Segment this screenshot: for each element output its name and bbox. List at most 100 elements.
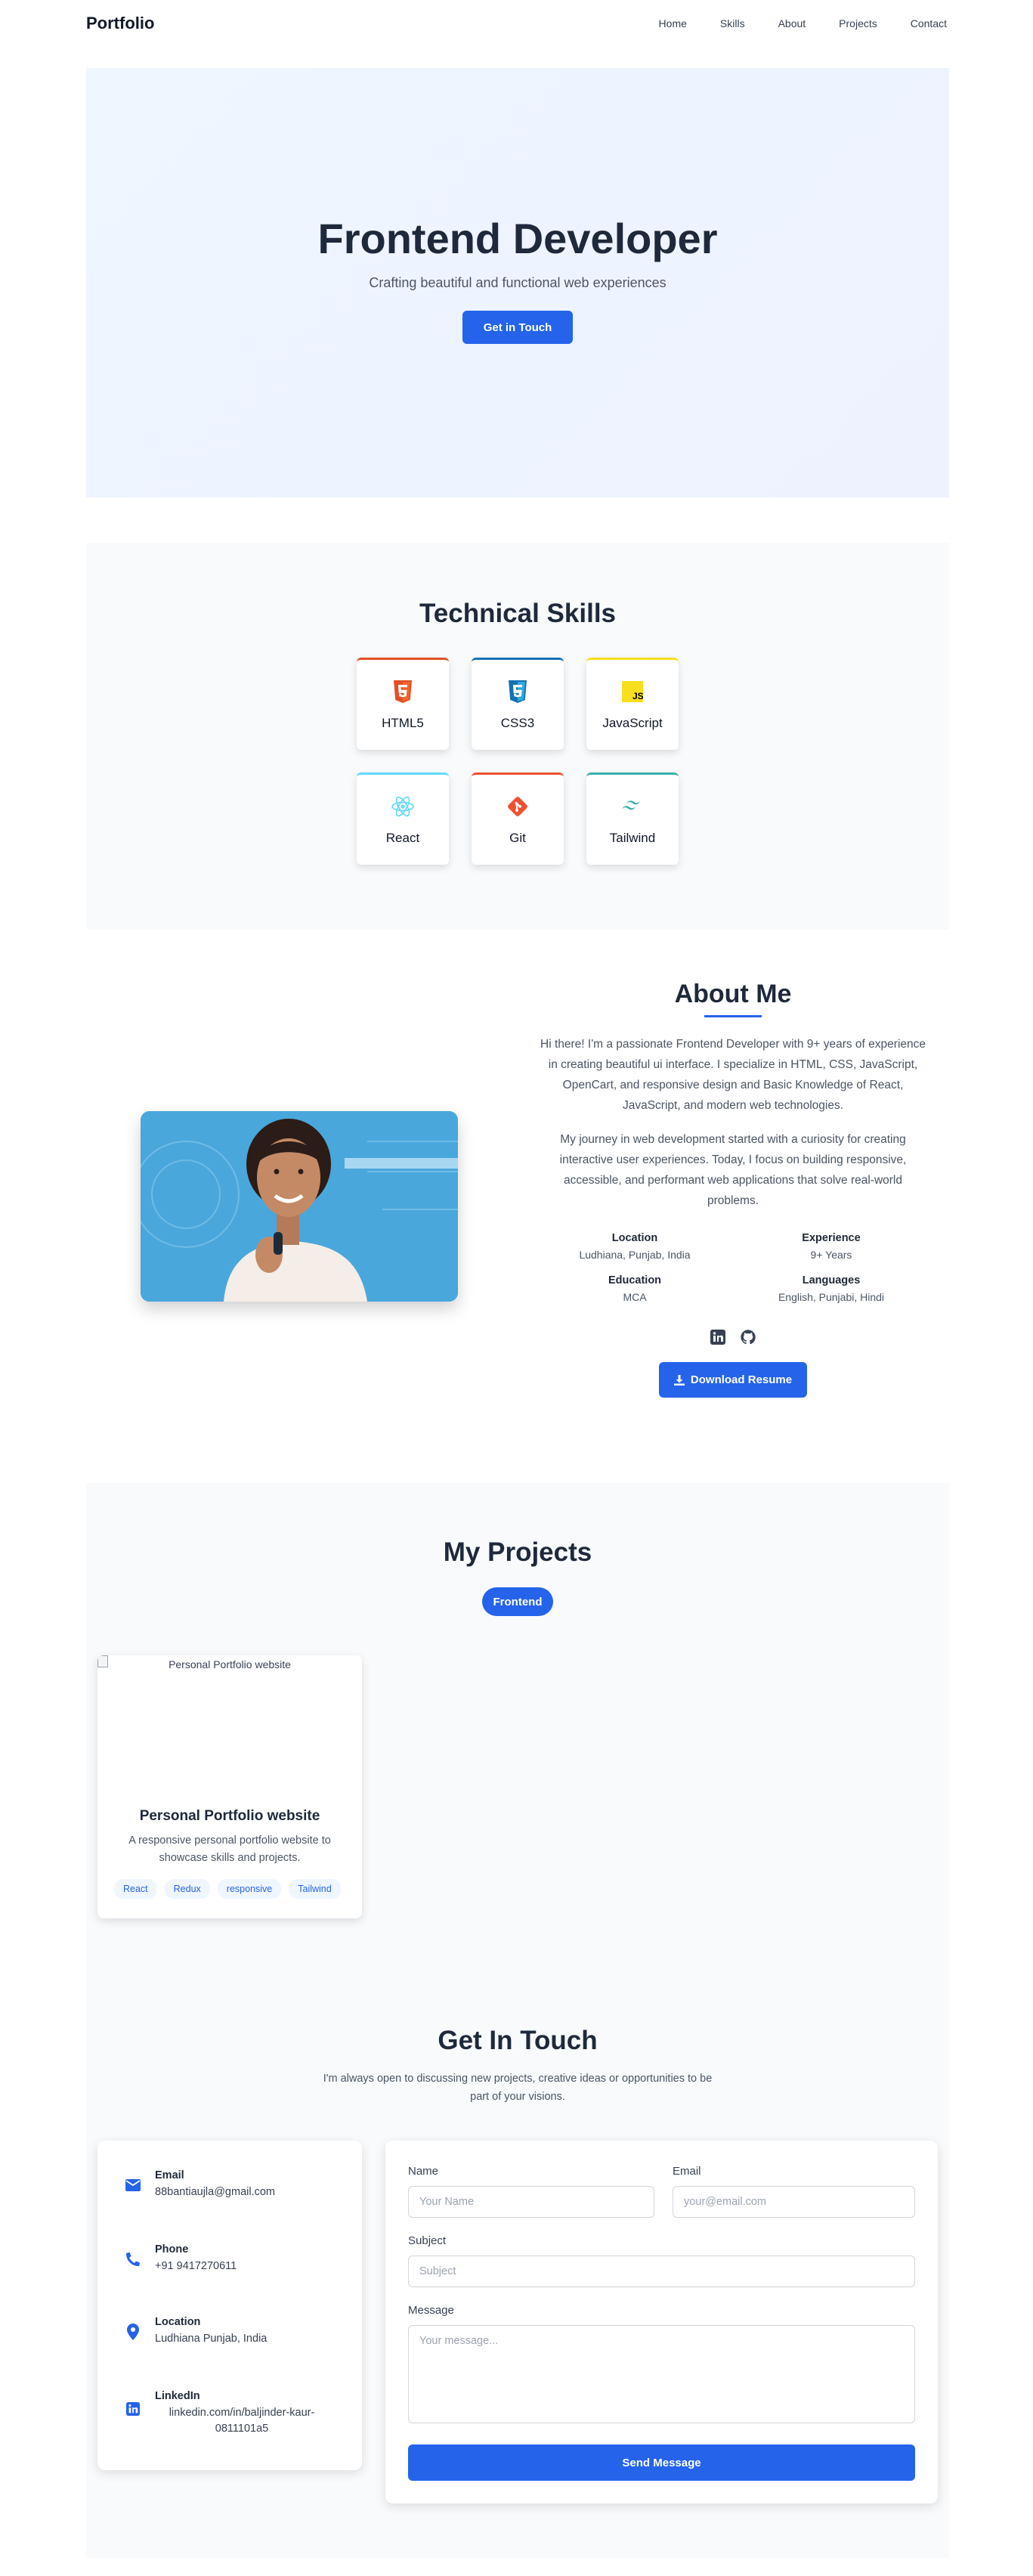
- contact-email-value[interactable]: 88bantiaujla@gmail.com: [155, 2184, 275, 2200]
- envelope-icon: [125, 2177, 141, 2194]
- skill-name: React: [385, 830, 420, 845]
- git-icon: [506, 794, 530, 819]
- download-icon: [673, 1374, 685, 1386]
- contact-email-label: Email: [155, 2169, 184, 2181]
- contact-phone-value[interactable]: +91 9417270611: [155, 2259, 237, 2274]
- info-label: Languages: [802, 1274, 861, 1286]
- social-links: [537, 1329, 929, 1345]
- contact-info-card: Email 88bantiaujla@gmail.com Phone +91 9…: [97, 2141, 362, 2470]
- about-paragraph-2: My journey in web development started wi…: [559, 1133, 907, 1207]
- projects-section: My Projects Frontend Personal Portfolio …: [86, 1483, 949, 2558]
- project-tag: React: [114, 1879, 157, 1899]
- download-resume-button[interactable]: Download Resume: [659, 1362, 807, 1398]
- about-title-underline: [704, 1015, 762, 1017]
- skills-title: Technical Skills: [419, 599, 617, 628]
- subject-input[interactable]: [408, 2256, 915, 2287]
- nav-link-projects[interactable]: Projects: [839, 17, 877, 29]
- info-label: Location: [611, 1232, 658, 1244]
- contact-phone-label: Phone: [155, 2243, 189, 2256]
- css3-icon: [506, 680, 530, 704]
- hero-title: Frontend Developer: [317, 215, 718, 262]
- skills-section: Technical Skills HTML5 CSS3 JS JavaScrip…: [86, 543, 949, 930]
- linkedin-icon: [125, 2401, 141, 2417]
- hero-section: Frontend Developer Crafting beautiful an…: [86, 68, 949, 497]
- skill-card-javascript: JS JavaScript: [586, 658, 679, 750]
- info-value: MCA: [623, 1291, 647, 1303]
- subject-label: Subject: [408, 2234, 447, 2247]
- skill-card-git: Git: [472, 772, 564, 865]
- message-label: Message: [408, 2304, 454, 2317]
- navbar: Portfolio Home Skills About Projects Con…: [0, 0, 1033, 47]
- info-label: Experience: [802, 1232, 861, 1244]
- contact-linkedin-value[interactable]: linkedin.com/in/baljinder-kaur-0811101a5: [155, 2405, 329, 2437]
- react-icon: [391, 794, 415, 819]
- contact-phone-item: Phone +91 9417270611: [125, 2243, 237, 2274]
- info-label: Education: [608, 1274, 662, 1286]
- get-in-touch-button[interactable]: Get in Touch: [462, 311, 573, 344]
- skill-name: HTML5: [382, 715, 424, 730]
- project-description: A responsive personal portfolio website …: [128, 1834, 331, 1864]
- project-tag: Tailwind: [289, 1879, 341, 1899]
- filter-frontend-button[interactable]: Frontend: [482, 1587, 553, 1616]
- brand-logo[interactable]: Portfolio: [86, 14, 154, 33]
- contact-email-item: Email 88bantiaujla@gmail.com: [125, 2169, 275, 2200]
- about-paragraph-1: Hi there! I'm a passionate Frontend Deve…: [540, 1038, 926, 1112]
- skill-name: Tailwind: [609, 830, 656, 845]
- contact-location-label: Location: [155, 2316, 201, 2328]
- map-pin-icon: [125, 2324, 141, 2340]
- contact-location-item: Location Ludhiana Punjab, India: [125, 2316, 267, 2347]
- message-textarea[interactable]: [408, 2325, 915, 2423]
- nav-link-contact[interactable]: Contact: [911, 17, 947, 29]
- hero-subtitle: Crafting beautiful and functional web ex…: [369, 275, 667, 290]
- nav-links: Home Skills About Projects Contact: [659, 17, 947, 29]
- github-icon[interactable]: [740, 1329, 756, 1345]
- contact-location-value: Ludhiana Punjab, India: [155, 2333, 268, 2345]
- skill-name: JavaScript: [602, 715, 663, 730]
- projects-title: My Projects: [443, 1537, 592, 1567]
- project-image-alt: Personal Portfolio website: [169, 1658, 291, 1670]
- project-title: Personal Portfolio website: [139, 1808, 320, 1824]
- skills-grid: HTML5 CSS3 JS JavaScript React Git Tailw…: [86, 658, 949, 865]
- info-location: Location Ludhiana, Punjab, India: [537, 1232, 733, 1261]
- send-message-button[interactable]: Send Message: [408, 2444, 915, 2481]
- email-input[interactable]: [673, 2186, 915, 2218]
- about-title: About Me: [674, 980, 792, 1008]
- profile-photo: [141, 1111, 458, 1302]
- info-value: 9+ Years: [810, 1249, 852, 1261]
- skill-card-react: React: [357, 772, 449, 865]
- download-resume-label: Download Resume: [690, 1373, 793, 1386]
- project-tags: React Redux responsive Tailwind: [97, 1879, 362, 1899]
- project-tag: responsive: [217, 1879, 282, 1899]
- project-tag: Redux: [164, 1879, 210, 1899]
- about-info-grid: Location Ludhiana, Punjab, India Experie…: [537, 1232, 929, 1303]
- contact-form: Name Email Subject Message Send Message: [385, 2141, 938, 2503]
- contact-title: Get In Touch: [438, 2026, 598, 2055]
- skill-card-html5: HTML5: [357, 658, 449, 750]
- contact-subtitle: I'm always open to discussing new projec…: [323, 2073, 713, 2103]
- name-input[interactable]: [408, 2186, 654, 2218]
- broken-image-icon: [97, 1655, 108, 1667]
- info-value: Ludhiana, Punjab, India: [579, 1249, 691, 1261]
- linkedin-icon[interactable]: [710, 1329, 726, 1345]
- svg-text:JS: JS: [632, 691, 643, 701]
- skill-card-css3: CSS3: [472, 658, 564, 750]
- email-label: Email: [673, 2165, 701, 2178]
- skill-name: CSS3: [500, 715, 535, 730]
- phone-icon: [125, 2251, 141, 2268]
- skill-name: Git: [509, 830, 526, 845]
- nav-link-about[interactable]: About: [778, 17, 806, 29]
- contact-linkedin-label: LinkedIn: [155, 2390, 200, 2402]
- contact-linkedin-item: LinkedIn linkedin.com/in/baljinder-kaur-…: [125, 2390, 329, 2437]
- nav-link-skills[interactable]: Skills: [720, 17, 745, 29]
- name-label: Name: [408, 2165, 439, 2178]
- info-value: English, Punjabi, Hindi: [778, 1291, 885, 1303]
- info-languages: Languages English, Punjabi, Hindi: [733, 1274, 929, 1303]
- skill-card-tailwind: Tailwind: [586, 772, 679, 865]
- nav-link-home[interactable]: Home: [659, 17, 687, 29]
- javascript-icon: JS: [620, 680, 645, 704]
- project-card[interactable]: Personal Portfolio website Personal Port…: [97, 1655, 362, 1918]
- info-experience: Experience 9+ Years: [733, 1232, 929, 1261]
- info-education: Education MCA: [537, 1274, 733, 1303]
- project-image: Personal Portfolio website: [97, 1655, 362, 1804]
- tailwind-icon: [620, 794, 645, 819]
